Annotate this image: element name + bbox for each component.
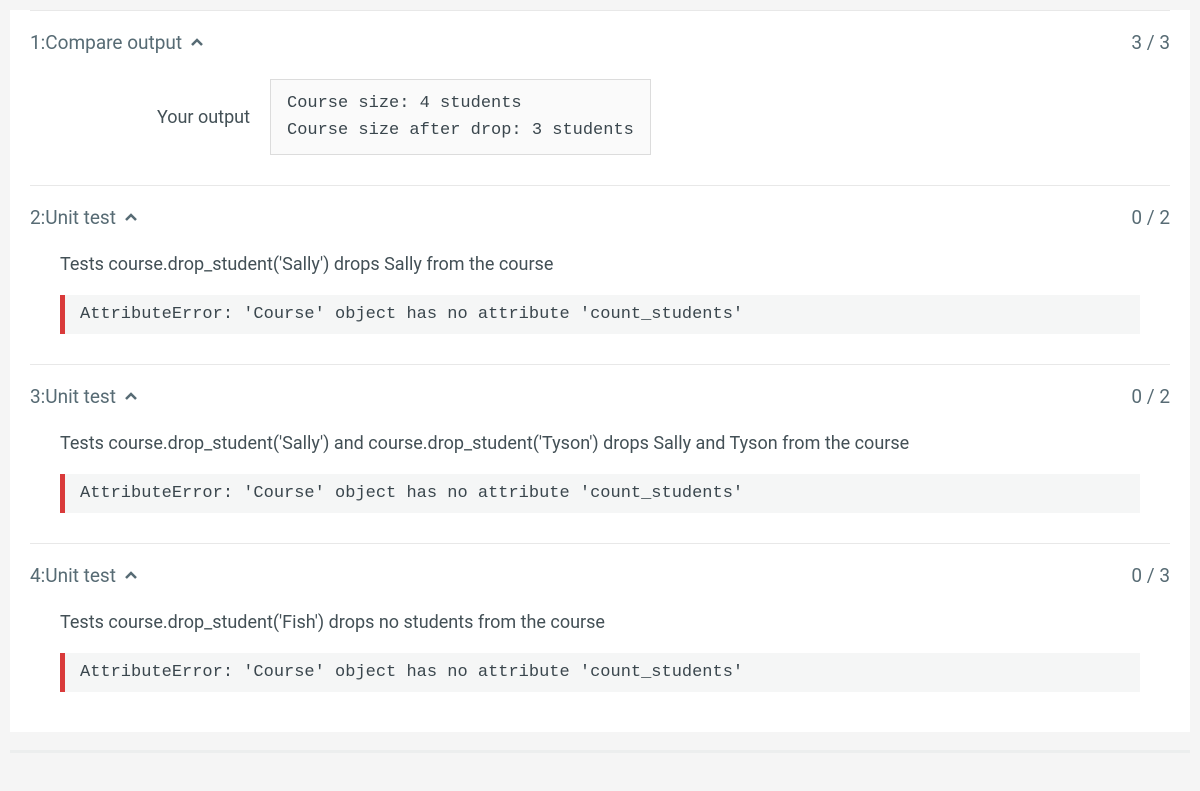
test-title: 3:Unit test	[30, 385, 116, 408]
test-header-1[interactable]: 1:Compare output 3 / 3	[30, 31, 1170, 54]
test-score: 0 / 2	[1131, 206, 1170, 229]
test-title: 2:Unit test	[30, 206, 116, 229]
test-title: 4:Unit test	[30, 564, 116, 587]
error-output: AttributeError: 'Course' object has no a…	[60, 653, 1140, 692]
error-output: AttributeError: 'Course' object has no a…	[60, 295, 1140, 334]
test-description: Tests course.drop_student('Fish') drops …	[60, 612, 1170, 633]
test-score: 0 / 3	[1131, 564, 1170, 587]
chevron-up-icon	[124, 569, 138, 583]
output-code-box: Course size: 4 students Course size afte…	[270, 79, 651, 155]
test-title: 1:Compare output	[30, 31, 182, 54]
test-header-3[interactable]: 3:Unit test 0 / 2	[30, 385, 1170, 408]
chevron-up-icon	[124, 211, 138, 225]
test-score: 3 / 3	[1131, 31, 1170, 54]
error-output: AttributeError: 'Course' object has no a…	[60, 474, 1140, 513]
chevron-up-icon	[124, 390, 138, 404]
test-section-4: 4:Unit test 0 / 3 Tests course.drop_stud…	[30, 543, 1170, 692]
output-row: Your output Course size: 4 students Cour…	[110, 79, 1170, 155]
test-header-2[interactable]: 2:Unit test 0 / 2	[30, 206, 1170, 229]
test-description: Tests course.drop_student('Sally') drops…	[60, 254, 1170, 275]
bottom-divider	[10, 750, 1190, 753]
test-section-2: 2:Unit test 0 / 2 Tests course.drop_stud…	[30, 185, 1170, 334]
test-score: 0 / 2	[1131, 385, 1170, 408]
test-description: Tests course.drop_student('Sally') and c…	[60, 433, 1170, 454]
your-output-label: Your output	[110, 107, 270, 128]
chevron-up-icon	[190, 36, 204, 50]
test-results-card: 1:Compare output 3 / 3 Your output Cours…	[10, 10, 1190, 732]
test-section-3: 3:Unit test 0 / 2 Tests course.drop_stud…	[30, 364, 1170, 513]
test-header-4[interactable]: 4:Unit test 0 / 3	[30, 564, 1170, 587]
test-section-1: 1:Compare output 3 / 3 Your output Cours…	[30, 10, 1170, 155]
